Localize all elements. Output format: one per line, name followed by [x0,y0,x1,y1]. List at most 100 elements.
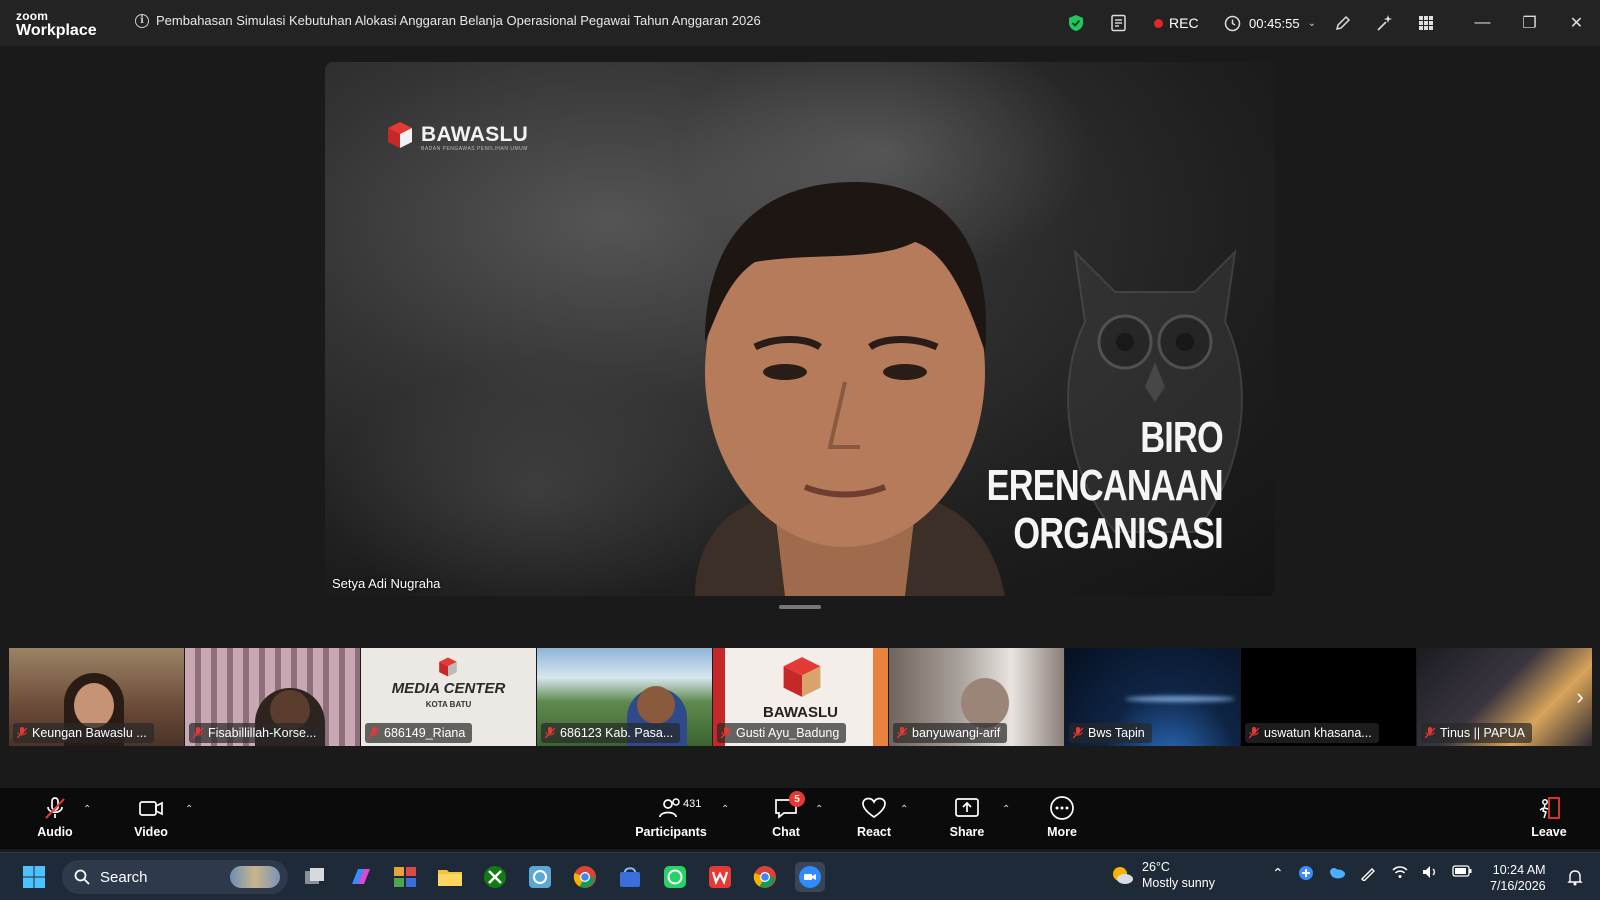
resize-handle[interactable] [779,605,821,609]
participant-name-badge: Gusti Ayu_Badung [717,723,847,743]
audio-options-chevron-icon[interactable]: ⌃ [83,804,91,815]
participant-thumbnail[interactable]: Bws Tapin [1065,648,1240,746]
meeting-title: Pembahasan Simulasi Kebutuhan Alokasi An… [156,13,761,28]
chevron-down-icon[interactable]: ⌄ [1308,18,1316,29]
participant-thumbnail[interactable]: Keungan Bawaslu ... [9,648,184,746]
wps-office-icon[interactable] [705,862,735,892]
widgets-app-icon[interactable] [390,862,420,892]
taskbar-search[interactable]: Search [62,860,288,894]
participant-thumbnail[interactable]: Tinus || PAPUA [1417,648,1592,746]
windows-taskbar: Search 26°C Mostly sunny ⌃ 10:24 AM 7/16… [0,852,1600,900]
info-icon[interactable]: i [135,13,149,28]
annotate-pen-icon[interactable] [1334,0,1352,46]
whatsapp-icon[interactable] [660,862,690,892]
active-speaker-video[interactable]: BAWASLU BADAN PENGAWAS PEMILIHAN UMUM BI… [325,62,1275,596]
video-camera-icon [139,801,163,816]
mic-muted-icon [897,727,907,739]
participant-name-badge: banyuwangi-arif [893,723,1008,743]
share-screen-button[interactable]: Share [927,796,1007,839]
task-view-icon[interactable] [300,862,330,892]
minimize-icon[interactable]: — [1459,0,1506,46]
mic-muted-icon [1425,727,1435,739]
more-button[interactable]: More [1022,796,1102,839]
share-screen-icon [955,798,979,817]
chrome-profile-icon[interactable] [750,862,780,892]
ai-companion-icon[interactable] [1375,0,1395,46]
search-icon [74,869,90,885]
heart-icon [862,797,886,819]
participant-thumbnail[interactable]: banyuwangi-arif [889,648,1064,746]
chat-unread-badge: 5 [789,791,805,807]
share-options-chevron-icon[interactable]: ⌃ [1002,804,1010,815]
zoom-app-icon[interactable] [795,862,825,892]
restore-icon[interactable]: ❐ [1506,0,1553,46]
participant-name-badge: Tinus || PAPUA [1421,723,1532,743]
notes-icon[interactable] [1110,0,1128,46]
encryption-shield-icon[interactable] [1068,0,1084,46]
participant-name-badge: Fisabillillah-Korse... [189,723,324,743]
wifi-icon[interactable] [1392,865,1408,879]
participant-name-badge: Bws Tapin [1069,723,1152,743]
meeting-timer[interactable]: 00:45:55 ⌄ [1224,0,1316,46]
chevron-right-icon[interactable]: › [1568,648,1592,746]
react-button[interactable]: React [834,796,914,839]
partly-sunny-icon [1113,867,1133,884]
zoom-logo: zoom Workplace [16,9,97,39]
mic-muted-icon [1249,727,1259,739]
close-icon[interactable]: ✕ [1553,0,1600,46]
video-options-chevron-icon[interactable]: ⌃ [185,804,193,815]
speaker-volume-icon[interactable] [1422,865,1438,879]
file-explorer-icon[interactable] [435,862,465,892]
chat-button[interactable]: 5 Chat [746,791,826,839]
chevron-up-icon[interactable]: ⌃ [1272,865,1284,882]
weather-widget[interactable]: 26°C Mostly sunny [1110,859,1215,891]
participant-name-badge: 686149_Riana [365,723,473,743]
bawaslu-cube-icon [783,657,821,697]
participants-button[interactable]: 431 Participants [631,796,711,839]
recording-indicator[interactable]: REC [1154,0,1199,46]
system-tray: ⌃ [1272,865,1472,882]
title-bar: zoom Workplace i Pembahasan Simulasi Keb… [0,0,1600,46]
pen-input-icon[interactable] [1360,865,1378,881]
speaker-name-label: Setya Adi Nugraha [332,576,441,591]
speaker-person [695,182,1005,596]
search-highlight-image [230,866,280,888]
mic-muted-icon [45,797,65,819]
leave-door-icon [1539,797,1560,819]
window-controls: — ❐ ✕ [1459,0,1600,46]
taskbar-clock[interactable]: 10:24 AM 7/16/2026 [1490,862,1546,894]
video-button[interactable]: Video [111,796,191,839]
tray-app-icon[interactable] [1298,865,1314,881]
battery-icon[interactable] [1452,865,1472,877]
bawaslu-cube-icon [388,122,412,148]
photos-app-icon[interactable] [525,862,555,892]
participant-thumbnail[interactable]: Fisabillillah-Korse... [185,648,360,746]
chat-options-chevron-icon[interactable]: ⌃ [815,804,823,815]
mic-muted-icon [721,727,731,739]
participant-name-badge: Keungan Bawaslu ... [13,723,154,743]
bawaslu-cube-icon [439,657,457,677]
meeting-info[interactable]: i Pembahasan Simulasi Kebutuhan Alokasi … [135,13,761,28]
mic-muted-icon [1073,727,1083,739]
mic-muted-icon [193,727,203,739]
participant-thumbnail[interactable]: 686123 Kab. Pasa... [537,648,712,746]
participant-thumbnail[interactable]: uswatun khasana... [1241,648,1416,746]
react-options-chevron-icon[interactable]: ⌃ [900,804,908,815]
onedrive-icon[interactable] [1328,865,1346,879]
xbox-icon[interactable] [480,862,510,892]
recording-dot-icon [1154,18,1163,28]
copilot-icon[interactable] [345,862,375,892]
leave-button[interactable]: Leave [1509,796,1589,839]
chrome-icon[interactable] [570,862,600,892]
windows-start-icon[interactable] [19,862,49,892]
participants-options-chevron-icon[interactable]: ⌃ [721,804,729,815]
notification-bell-icon[interactable] [1560,862,1590,892]
more-dots-icon [1050,796,1074,820]
participant-thumbnail[interactable]: BAWASLU Gusti Ayu_Badung [713,648,888,746]
apps-grid-icon[interactable] [1418,0,1434,46]
mic-muted-icon [545,727,555,739]
participant-thumbnail[interactable]: MEDIA CENTER KOTA BATU 686149_Riana [361,648,536,746]
audio-button[interactable]: Audio [15,796,95,839]
store-app-icon[interactable] [615,862,645,892]
bawaslu-logo: BAWASLU BADAN PENGAWAS PEMILIHAN UMUM [385,120,528,152]
